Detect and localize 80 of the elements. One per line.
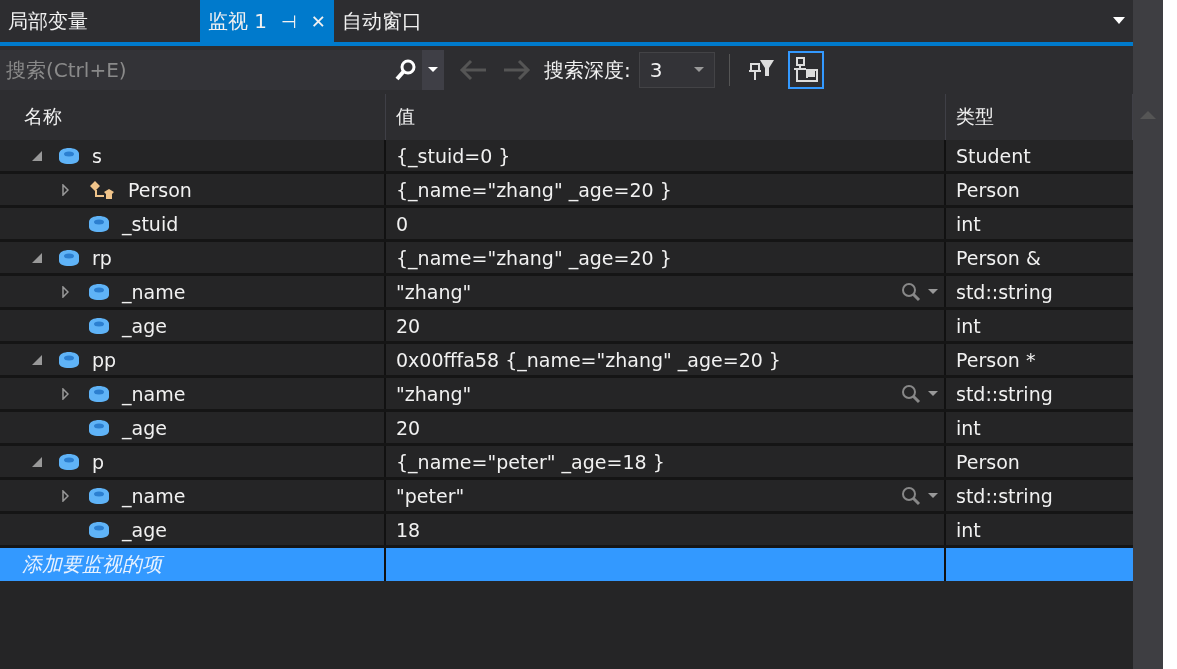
variable-type: std::string <box>956 280 1053 303</box>
tab-label: 自动窗口 <box>341 7 422 35</box>
variable-name: _stuid <box>122 212 179 235</box>
variable-value: "zhang" <box>396 280 472 303</box>
collapse-arrow-icon[interactable] <box>32 354 42 365</box>
variable-name: _age <box>122 518 167 541</box>
dropdown-caret-icon[interactable] <box>428 67 438 73</box>
field-icon <box>58 146 80 165</box>
search-field[interactable]: 搜索(Ctrl+E) <box>0 57 394 83</box>
variable-value: {_name="zhang" _age=20 } <box>396 246 672 269</box>
collapse-arrow-icon[interactable] <box>32 252 42 263</box>
search-box[interactable]: 搜索(Ctrl+E) <box>0 50 444 90</box>
variable-value: {_name="zhang" _age=20 } <box>396 178 672 201</box>
collapse-arrow-icon[interactable] <box>32 150 42 161</box>
search-depth-label: 搜索深度: <box>544 56 631 84</box>
magnifier-icon[interactable] <box>900 280 922 303</box>
variable-type: Person & <box>956 246 1041 269</box>
variable-name: rp <box>92 246 112 269</box>
variable-value: 20 <box>396 314 421 337</box>
column-header[interactable]: 名称 <box>14 94 386 140</box>
variable-type: Person <box>956 178 1020 201</box>
close-icon[interactable]: ✕ <box>310 10 326 32</box>
variable-name: p <box>92 450 105 473</box>
field-icon <box>88 316 110 335</box>
scrollbar[interactable] <box>1133 0 1163 669</box>
variable-type: Student <box>956 144 1031 167</box>
variable-value: 18 <box>396 518 421 541</box>
magnifier-icon[interactable] <box>900 484 922 507</box>
tab[interactable]: 监视 1 ⊣ ✕ <box>200 0 334 42</box>
variable-type: int <box>956 314 981 337</box>
tab-label: 监视 1 <box>208 7 268 35</box>
variable-value: 0x00fffa58 {_name="zhang" _age=20 } <box>396 348 781 371</box>
dropdown-caret-icon[interactable] <box>928 492 938 499</box>
variable-value: {_stuid=0 } <box>396 144 511 167</box>
variable-value: 20 <box>396 416 421 439</box>
variable-value: "zhang" <box>396 382 472 405</box>
variable-name: Person <box>128 178 192 201</box>
column-header[interactable]: 值 <box>386 94 946 140</box>
dropdown-caret-icon[interactable] <box>928 288 938 295</box>
search-options-button[interactable] <box>422 50 444 90</box>
variable-type: int <box>956 416 981 439</box>
variable-name: _age <box>122 314 167 337</box>
class-hierarchy-icon <box>88 178 116 201</box>
search-icon[interactable] <box>394 58 418 82</box>
variable-name: _age <box>122 416 167 439</box>
variable-name: s <box>92 144 102 167</box>
variable-value: 0 <box>396 212 409 235</box>
expand-arrow-icon[interactable] <box>62 489 69 502</box>
variable-name: _name <box>122 280 186 303</box>
search-depth-dropdown[interactable]: 3 <box>638 52 715 88</box>
field-icon <box>58 248 80 267</box>
field-icon <box>88 384 110 403</box>
magnifier-icon[interactable] <box>900 382 922 405</box>
expand-arrow-icon[interactable] <box>62 387 69 400</box>
expand-arrow-icon[interactable] <box>62 183 69 196</box>
variable-name: _name <box>122 382 186 405</box>
field-icon <box>88 214 110 233</box>
pin-icon[interactable]: ⊣ <box>281 10 297 32</box>
variable-type: Person * <box>956 348 1036 371</box>
field-icon <box>58 350 80 369</box>
expand-arrow-icon[interactable] <box>62 285 69 298</box>
dropdown-icon[interactable] <box>1113 17 1125 25</box>
variable-value: "peter" <box>396 484 465 507</box>
dropdown-caret-icon[interactable] <box>693 67 704 73</box>
variable-type: std::string <box>956 484 1053 507</box>
tab-label: 局部变量 <box>8 7 88 35</box>
field-icon <box>88 418 110 437</box>
field-icon <box>88 486 110 505</box>
variable-type: int <box>956 518 981 541</box>
variable-type: int <box>956 212 981 235</box>
variable-name: pp <box>92 348 117 371</box>
variable-name: _name <box>122 484 186 507</box>
dropdown-caret-icon[interactable] <box>928 390 938 397</box>
variable-type: std::string <box>956 382 1053 405</box>
field-icon <box>88 520 110 539</box>
field-icon <box>88 282 110 301</box>
variable-value: {_name="peter" _age=18 } <box>396 450 665 473</box>
collapse-arrow-icon[interactable] <box>32 456 42 467</box>
variable-type: Person <box>956 450 1020 473</box>
field-icon <box>58 452 80 471</box>
